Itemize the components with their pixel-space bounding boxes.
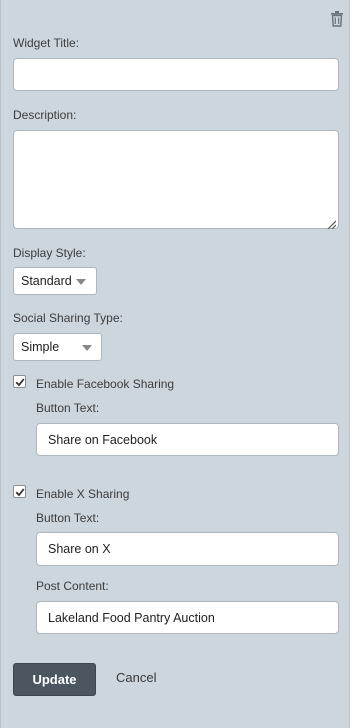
x-button-text-input[interactable]: Share on X: [36, 532, 339, 566]
display-style-label: Display Style:: [13, 246, 86, 260]
facebook-sharing-checkbox[interactable]: [13, 375, 26, 388]
display-style-value: Standard: [21, 274, 72, 288]
facebook-sharing-label[interactable]: Enable Facebook Sharing: [36, 377, 174, 391]
chevron-down-icon: [76, 279, 86, 285]
resize-grip-icon[interactable]: [326, 216, 337, 230]
update-button[interactable]: Update: [13, 663, 96, 696]
social-sharing-type-label: Social Sharing Type:: [13, 311, 123, 325]
widget-title-label: Widget Title:: [13, 36, 80, 50]
display-style-select[interactable]: Standard: [13, 267, 97, 295]
checkmark-icon: [15, 488, 25, 497]
social-sharing-type-select[interactable]: Simple: [13, 333, 102, 361]
widget-settings-panel: Widget Title: Description: Display Style…: [0, 0, 350, 728]
post-content-input[interactable]: Lakeland Food Pantry Auction: [36, 601, 339, 634]
cancel-button[interactable]: Cancel: [116, 670, 156, 686]
description-label: Description:: [13, 108, 77, 122]
x-button-text-label: Button Text:: [36, 511, 100, 525]
facebook-button-text-input[interactable]: Share on Facebook: [36, 423, 339, 456]
trash-icon[interactable]: [331, 11, 343, 27]
x-sharing-checkbox[interactable]: [13, 485, 26, 498]
checkmark-icon: [15, 378, 25, 387]
facebook-button-text-label: Button Text:: [36, 401, 100, 415]
social-sharing-type-value: Simple: [21, 340, 60, 354]
description-textarea[interactable]: [13, 130, 339, 230]
widget-title-input[interactable]: [13, 58, 339, 91]
post-content-label: Post Content:: [36, 579, 109, 593]
x-sharing-label[interactable]: Enable X Sharing: [36, 487, 129, 501]
chevron-down-icon: [82, 345, 92, 351]
